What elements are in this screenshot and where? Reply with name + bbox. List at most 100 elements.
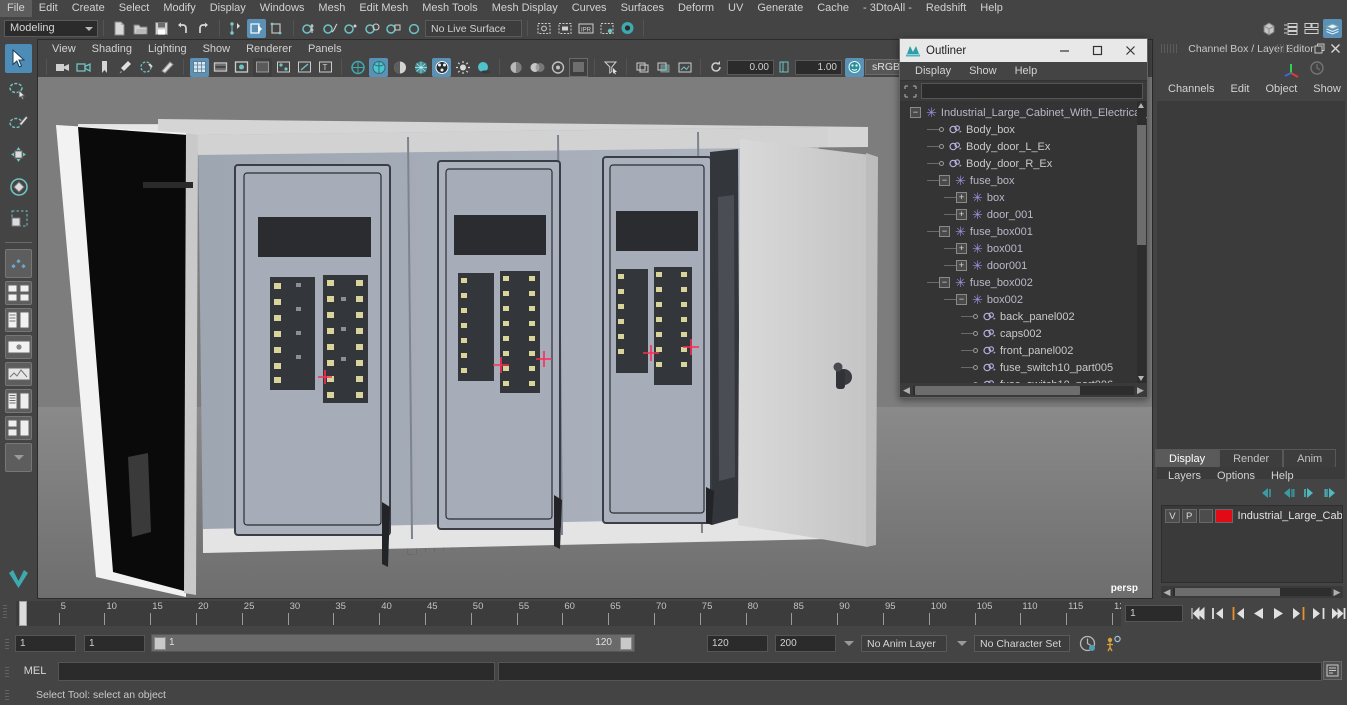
snap-to-point-icon[interactable] — [342, 19, 361, 38]
scroll-right-icon[interactable]: ▶ — [1331, 587, 1343, 598]
layer-menu-options[interactable]: Options — [1209, 470, 1263, 482]
auto-keyframe-icon[interactable] — [1079, 635, 1096, 652]
display-layers-icon[interactable] — [633, 58, 652, 77]
scroll-thumb[interactable] — [915, 386, 1080, 395]
image-plane-icon[interactable] — [116, 58, 135, 77]
scale-tool[interactable] — [5, 204, 32, 233]
outliner-vertical-scrollbar[interactable] — [1137, 101, 1146, 383]
resolution-gate-icon[interactable] — [232, 58, 251, 77]
four-view-layout[interactable] — [5, 249, 32, 278]
exposure-reset-icon[interactable] — [707, 58, 726, 77]
time-slider-grip[interactable] — [0, 599, 14, 628]
rotate-tool[interactable] — [5, 172, 32, 201]
outliner-item[interactable]: − ✳ fuse_box001 — [900, 223, 1147, 240]
channel-box-content[interactable] — [1157, 101, 1345, 479]
menu-curves[interactable]: Curves — [565, 0, 614, 17]
new-scene-icon[interactable] — [110, 19, 129, 38]
outliner-item[interactable]: back_panel002 — [900, 308, 1147, 325]
channelbox-menu-edit[interactable]: Edit — [1222, 83, 1257, 95]
gate-mask-icon[interactable] — [253, 57, 272, 77]
select-by-component-icon[interactable] — [268, 19, 287, 38]
outliner-search-input[interactable] — [921, 83, 1143, 99]
range-start-field[interactable]: 1 — [84, 634, 145, 652]
expand-icon[interactable]: + — [956, 243, 967, 254]
menu-surfaces[interactable]: Surfaces — [614, 0, 671, 17]
menu-redshift[interactable]: Redshift — [919, 0, 973, 17]
outliner-item[interactable]: Body_box — [900, 121, 1147, 138]
undo-icon[interactable] — [173, 19, 192, 38]
menu-create[interactable]: Create — [65, 0, 112, 17]
scroll-down-icon[interactable] — [1138, 376, 1144, 381]
select-filter-icon[interactable] — [601, 58, 620, 77]
range-end-field[interactable]: 120 — [707, 634, 768, 652]
shadows-icon[interactable] — [474, 58, 493, 77]
select-by-hierarchy-icon[interactable] — [226, 19, 245, 38]
select-tool[interactable] — [5, 44, 32, 73]
tab-anim[interactable]: Anim — [1283, 449, 1337, 467]
menu-set-selector[interactable]: Modeling — [4, 19, 98, 37]
snap-to-view-plane-icon[interactable] — [384, 19, 403, 38]
outliner-item[interactable]: Body_door_R_Ex — [900, 155, 1147, 172]
outliner-item[interactable]: + ✳ box001 — [900, 240, 1147, 257]
viewport-menu-renderer[interactable]: Renderer — [238, 43, 300, 55]
open-scene-icon[interactable] — [131, 19, 150, 38]
menu-uv[interactable]: UV — [721, 0, 750, 17]
outliner-item[interactable]: − ✳ fuse_box — [900, 172, 1147, 189]
current-frame-field[interactable]: 1 — [1125, 605, 1183, 622]
multi-panel-layout[interactable] — [5, 389, 32, 413]
show-hide-attribute-editor-icon[interactable] — [1281, 19, 1300, 38]
character-set-dropdown-icon[interactable] — [957, 640, 967, 646]
time-slider-playhead[interactable] — [18, 601, 27, 626]
range-start-handle[interactable] — [154, 637, 166, 650]
snap-to-curve-icon[interactable] — [321, 19, 340, 38]
show-hide-channel-box-icon[interactable] — [1323, 18, 1342, 38]
close-panel-button[interactable] — [1330, 43, 1341, 54]
layer-next-all-icon[interactable] — [1324, 487, 1339, 502]
step-back-keyframe-icon[interactable] — [1210, 604, 1227, 623]
select-camera-icon[interactable] — [53, 58, 72, 77]
expand-icon[interactable]: + — [956, 260, 967, 271]
scroll-track[interactable] — [913, 386, 1134, 395]
layer-playback-toggle[interactable]: P — [1181, 508, 1197, 523]
ipr-render-icon[interactable] — [555, 19, 574, 38]
animation-preferences-icon[interactable] — [1104, 635, 1121, 652]
time-slider-track[interactable]: 5 10 15 20 25 30 35 40 45 50 55 60 65 70 75 80 85 90 95 100… — [15, 601, 1122, 626]
collapse-icon[interactable]: − — [939, 175, 950, 186]
make-live-icon[interactable] — [405, 19, 424, 38]
menu-help[interactable]: Help — [973, 0, 1010, 17]
screen-space-ao-icon[interactable] — [506, 58, 525, 77]
menu-mesh-display[interactable]: Mesh Display — [485, 0, 565, 17]
tab-render[interactable]: Render — [1219, 449, 1284, 467]
outliner-menu-show[interactable]: Show — [960, 65, 1006, 77]
viewport-menu-panels[interactable]: Panels — [300, 43, 350, 55]
outliner-item[interactable]: fuse_switch10_part005 — [900, 359, 1147, 376]
viewport-menu-view[interactable]: View — [44, 43, 84, 55]
select-by-object-icon[interactable] — [247, 18, 266, 38]
expand-icon[interactable]: + — [956, 209, 967, 220]
use-default-light-icon[interactable] — [453, 58, 472, 77]
collapse-icon[interactable]: − — [939, 277, 950, 288]
outliner-item[interactable]: Body_door_L_Ex — [900, 138, 1147, 155]
channelbox-menu-object[interactable]: Object — [1257, 83, 1305, 95]
persp-outliner-layout[interactable] — [5, 281, 32, 305]
outliner-item[interactable]: − ✳ fuse_box002 — [900, 274, 1147, 291]
paint-select-tool[interactable] — [5, 108, 32, 137]
menu-display[interactable]: Display — [203, 0, 253, 17]
layer-list-scrollbar[interactable]: ◀ ▶ — [1161, 586, 1343, 598]
xray-icon[interactable] — [274, 58, 293, 77]
layer-menu-help[interactable]: Help — [1263, 470, 1302, 482]
menu-select[interactable]: Select — [112, 0, 157, 17]
menu-generate[interactable]: Generate — [750, 0, 810, 17]
outliner-item[interactable]: + ✳ door_001 — [900, 206, 1147, 223]
color-management-icon[interactable] — [845, 57, 864, 77]
paint-effects-icon[interactable] — [137, 58, 156, 77]
film-gate-icon[interactable] — [211, 58, 230, 77]
command-input-field[interactable] — [58, 661, 495, 681]
viewport-snapshot-icon[interactable] — [675, 58, 694, 77]
snap-to-grid-icon[interactable] — [300, 19, 319, 38]
play-backwards-icon[interactable] — [1250, 604, 1267, 623]
outliner-item[interactable]: + ✳ box — [900, 189, 1147, 206]
outliner-filter-icon[interactable] — [904, 84, 917, 98]
flat-shade-icon[interactable] — [390, 58, 409, 77]
layer-prev-icon[interactable] — [1258, 487, 1273, 502]
